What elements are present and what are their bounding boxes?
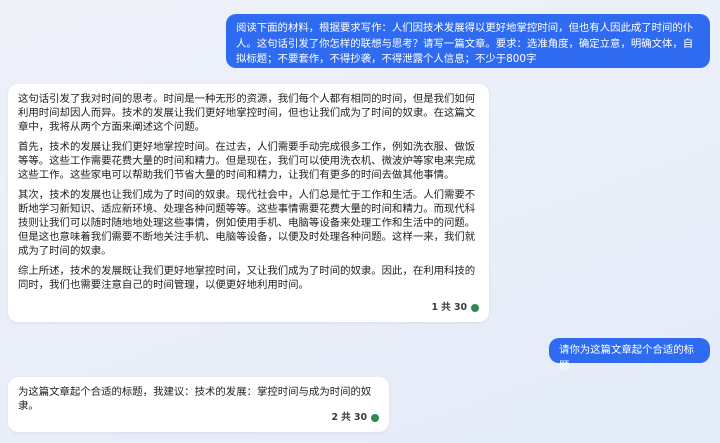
bot-response: 为这篇文章起个合适的标题，我建议：技术的发展：掌控时间与成为时间的奴隶。 2 共…: [8, 377, 389, 432]
response-text: 为这篇文章起个合适的标题，我建议：技术的发展：掌控时间与成为时间的奴隶。: [18, 386, 372, 412]
user-message-text: 请你为这篇文章起个合适的标题: [559, 344, 695, 372]
status-dot-icon: [471, 304, 479, 312]
bot-response: 这句话引发了我对时间的思考。时间是一种无形的资源，我们每个人都有相同的时间，但是…: [8, 84, 489, 322]
user-message: 阅读下面的材料，根据要求写作：人们因技术发展得以更好地掌控时间，但也有人因此成了…: [226, 14, 710, 68]
response-paragraph: 首先，技术的发展让我们更好地掌控时间。在过去，人们需要手动完成很多工作，例如洗衣…: [18, 141, 476, 181]
response-counter-text: 2 共 30: [331, 412, 367, 423]
response-counter: 1 共 30: [432, 301, 479, 315]
response-paragraph: 其次，技术的发展也让我们成为了时间的奴隶。现代社会中，人们总是忙于工作和生活。人…: [18, 189, 476, 257]
response-paragraph: 这句话引发了我对时间的思考。时间是一种无形的资源，我们每个人都有相同的时间，但是…: [18, 93, 476, 133]
response-counter: 2 共 30: [332, 411, 379, 425]
response-paragraph: 综上所述，技术的发展既让我们更好地掌控时间，又让我们成为了时间的奴隶。因此，在利…: [18, 265, 476, 291]
status-dot-icon: [371, 414, 379, 422]
response-counter-text: 1 共 30: [431, 302, 467, 313]
user-message: 请你为这篇文章起个合适的标题: [549, 338, 710, 372]
user-message-text: 阅读下面的材料，根据要求写作：人们因技术发展得以更好地掌控时间，但也有人因此成了…: [236, 22, 694, 66]
